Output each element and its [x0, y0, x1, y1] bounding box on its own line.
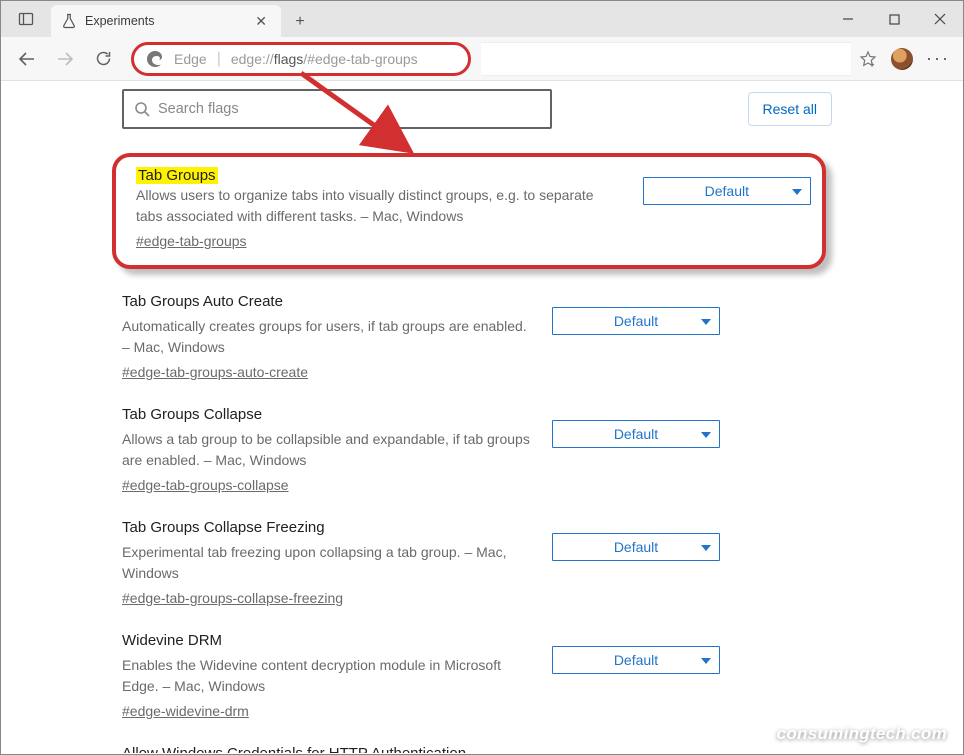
flag-anchor-link[interactable]: #edge-tab-groups-auto-create [122, 364, 308, 380]
flag-title: Allow Windows Credentials for HTTP Authe… [122, 745, 532, 753]
reset-all-button[interactable]: Reset all [748, 92, 832, 126]
flag-description: Allows users to organize tabs into visua… [136, 185, 623, 227]
tab-actions-icon[interactable] [1, 1, 51, 37]
flag-description: Enables the Widevine content decryption … [122, 655, 532, 697]
search-flags-box[interactable] [122, 89, 552, 129]
back-button[interactable] [9, 41, 45, 77]
flag-row: Tab Groups Collapse Freezing Experimental… [12, 495, 832, 608]
flag-title: Widevine DRM [122, 632, 532, 649]
profile-avatar[interactable] [891, 48, 913, 70]
refresh-button[interactable] [85, 41, 121, 77]
new-tab-button[interactable]: + [285, 7, 315, 37]
flag-title: Tab Groups Collapse [122, 406, 532, 423]
forward-button[interactable] [47, 41, 83, 77]
flag-title: Tab Groups [136, 167, 218, 184]
addr-url: edge://flags/#edge-tab-groups [231, 51, 418, 67]
flag-title: Tab Groups Auto Create [122, 293, 532, 310]
watermark: consumingtech.com [777, 724, 947, 744]
addr-scheme-label: Edge [174, 51, 207, 67]
edge-icon [146, 50, 164, 68]
flag-anchor-link[interactable]: #edge-tab-groups-collapse-freezing [122, 590, 343, 606]
flag-anchor-link[interactable]: #edge-tab-groups [136, 233, 247, 249]
favorite-button[interactable] [853, 44, 883, 74]
flag-anchor-link[interactable]: #edge-widevine-drm [122, 703, 249, 719]
flag-state-select[interactable]: Default [552, 420, 720, 448]
minimize-button[interactable] [825, 1, 871, 37]
flag-row: Tab Groups Collapse Allows a tab group to… [12, 382, 832, 495]
flag-anchor-link[interactable]: #edge-tab-groups-collapse [122, 477, 289, 493]
more-menu-button[interactable]: ··· [921, 42, 955, 76]
flag-state-select[interactable]: Default [552, 646, 720, 674]
flag-state-select[interactable]: Default [552, 533, 720, 561]
search-flags-input[interactable] [158, 101, 540, 117]
flag-state-select[interactable]: Default [643, 177, 811, 205]
flag-description: Automatically creates groups for users, … [122, 316, 532, 358]
flag-description: Allows a tab group to be collapsible and… [122, 429, 532, 471]
search-icon [134, 101, 150, 117]
flag-state-select[interactable]: Default [552, 307, 720, 335]
tab-title: Experiments [85, 14, 251, 28]
tab-close-icon[interactable]: ✕ [251, 11, 271, 32]
window-controls [825, 1, 963, 37]
window-titlebar: Experiments ✕ + [1, 1, 963, 37]
flask-icon [61, 13, 77, 29]
address-bar-rest[interactable] [481, 42, 851, 76]
maximize-button[interactable] [871, 1, 917, 37]
flag-row: Tab Groups Auto Create Automatically crea… [12, 269, 832, 382]
address-bar[interactable]: Edge | edge://flags/#edge-tab-groups [131, 42, 471, 76]
toolbar: Edge | edge://flags/#edge-tab-groups ··· [1, 37, 963, 81]
close-window-button[interactable] [917, 1, 963, 37]
flag-title: Tab Groups Collapse Freezing [122, 519, 532, 536]
browser-tab[interactable]: Experiments ✕ [51, 5, 281, 37]
flag-row: Widevine DRM Enables the Widevine content… [12, 608, 832, 721]
page-content[interactable]: Reset all Tab Groups Allows users to org… [2, 83, 962, 753]
flag-description: Experimental tab freezing upon collapsin… [122, 542, 532, 584]
highlighted-flag: Tab Groups Allows users to organize tabs… [112, 153, 826, 269]
flag-row: Allow Windows Credentials for HTTP Authe… [12, 721, 832, 753]
